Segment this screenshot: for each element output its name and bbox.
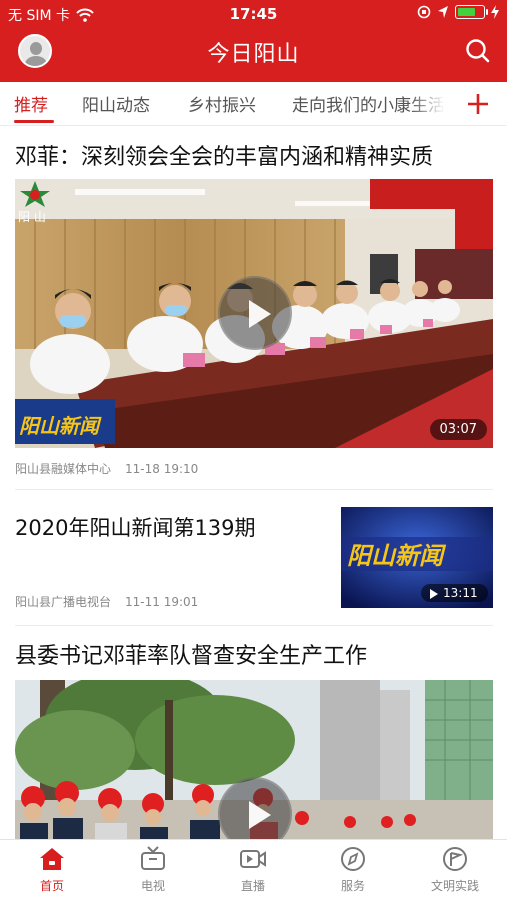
channel-tabs: 推荐 阳山动态 乡村振兴 走向我们的小康生活 — [0, 82, 507, 126]
active-tab-indicator — [14, 120, 54, 123]
thumbnail-title-text: 阳山新闻 — [347, 542, 447, 570]
article-title[interactable]: 邓菲：深刻领会全会的丰富内涵和精神实质 — [15, 139, 433, 171]
video-thumbnail[interactable]: 阳山新闻 阳 山 03:07 — [15, 179, 493, 448]
compass-icon — [341, 847, 365, 871]
status-bar: 无 SIM 卡 17:45 — [0, 0, 507, 28]
play-button-icon[interactable] — [218, 276, 292, 350]
search-icon[interactable] — [463, 36, 493, 66]
play-icon — [430, 589, 438, 599]
tab-rural-revitalization[interactable]: 乡村振兴 — [188, 91, 256, 116]
flag-badge-icon — [443, 847, 467, 871]
video-thumbnail[interactable]: 阳山新闻 13:11 — [341, 507, 493, 608]
top-bar: 无 SIM 卡 17:45 今日阳山 — [0, 0, 507, 82]
station-logo-text: 阳 山 — [18, 210, 46, 224]
article-meta: 阳山县融媒体中心 11-18 19:10 — [15, 460, 198, 477]
video-thumbnail[interactable] — [15, 680, 493, 839]
article-source: 阳山县广播电视台 — [15, 595, 112, 609]
nav-tv[interactable]: 电视 — [113, 846, 193, 894]
live-icon — [240, 850, 266, 868]
tv-icon — [141, 846, 165, 870]
tab-recommend[interactable]: 推荐 — [14, 91, 48, 116]
divider — [15, 489, 493, 490]
app-header: 今日阳山 — [0, 28, 507, 82]
nav-services[interactable]: 服务 — [313, 846, 393, 894]
charging-icon — [491, 5, 499, 19]
orientation-lock-icon — [417, 5, 431, 19]
location-icon — [438, 6, 448, 18]
add-channel-icon[interactable] — [466, 92, 490, 116]
video-duration: 13:11 — [421, 584, 488, 602]
article-source: 阳山县融媒体中心 — [15, 462, 112, 476]
battery-icon — [455, 5, 488, 19]
article-meta: 阳山县广播电视台 11-11 19:01 — [15, 593, 198, 610]
app-title: 今日阳山 — [207, 42, 300, 67]
bottom-nav: 首页 电视 直播 服务 文明实践 — [0, 839, 507, 900]
video-duration: 03:07 — [429, 419, 487, 440]
article-title[interactable]: 县委书记邓菲率队督查安全生产工作 — [15, 638, 367, 670]
article-date: 11-11 19:01 — [125, 595, 199, 609]
divider — [15, 625, 493, 626]
tab-yangshan-news[interactable]: 阳山动态 — [82, 91, 150, 116]
home-icon — [40, 848, 64, 870]
article-title[interactable]: 2020年阳山新闻第139期 — [15, 512, 256, 542]
nav-live[interactable]: 直播 — [213, 846, 293, 894]
article-date: 11-18 19:10 — [125, 462, 199, 476]
nav-civilization-practice[interactable]: 文明实践 — [415, 846, 495, 894]
nav-home[interactable]: 首页 — [12, 846, 92, 894]
news-banner-text: 阳山新闻 — [19, 414, 102, 438]
